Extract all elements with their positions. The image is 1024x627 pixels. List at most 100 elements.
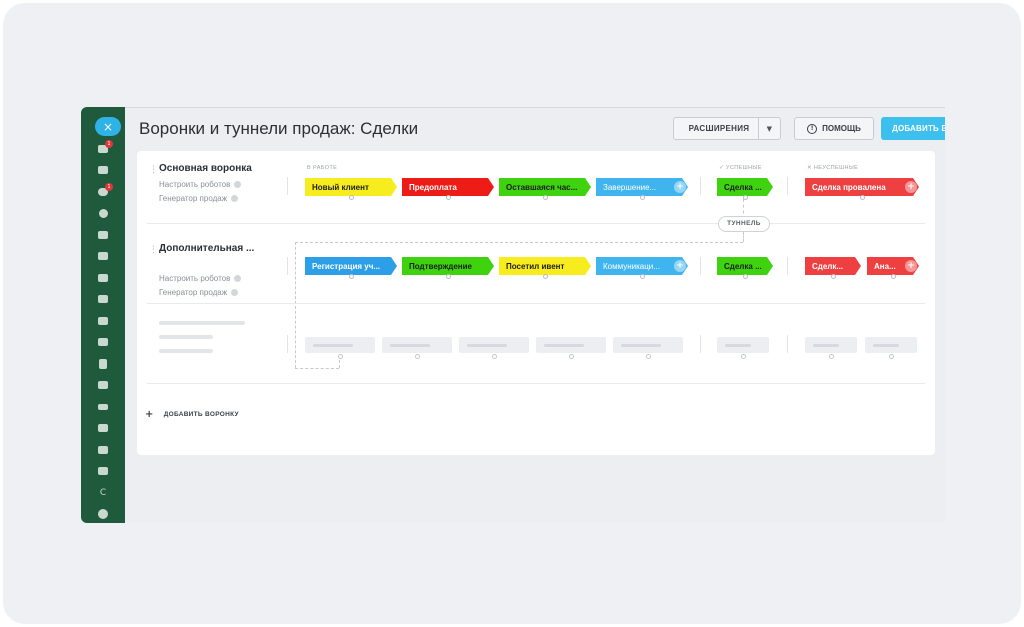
add-stage-icon[interactable]: + — [674, 260, 686, 272]
stage-label: Сделка ... — [717, 257, 767, 275]
column-separator — [287, 335, 288, 353]
screenshot-frame: × 1 1 C Воронки и туннели продаж: Сделки — [3, 3, 1021, 624]
column-header-success: ✓ УСПЕШНЫЕ — [719, 165, 762, 171]
column-header-fail: ✕ НЕУСПЕШНЫЕ — [807, 165, 859, 171]
add-stage-icon[interactable]: + — [905, 260, 917, 272]
placeholder-line — [159, 349, 213, 353]
plus-icon: + — [145, 409, 154, 420]
tunnel-badge[interactable]: ТУННЕЛЬ — [718, 216, 770, 232]
add-stage-icon[interactable]: + — [905, 181, 917, 193]
left-sidebar: × 1 1 C — [81, 107, 125, 523]
video-icon[interactable] — [93, 269, 113, 286]
stage-chip[interactable]: Подтверждение — [402, 257, 494, 279]
success-stage-chip[interactable]: Сделка ... — [717, 257, 773, 279]
placeholder-stage — [865, 337, 917, 359]
help-icon[interactable] — [231, 195, 239, 203]
letter-c-icon[interactable]: C — [93, 484, 113, 501]
tunnel-connector — [295, 242, 743, 243]
extensions-button[interactable]: РАСШИРЕНИЯ ▼ — [673, 117, 781, 140]
stage-chip[interactable]: Завершение... + — [596, 178, 688, 200]
fail-stage-chip[interactable]: Сделк... — [805, 257, 861, 279]
add-funnel-row[interactable]: + ДОБАВИТЬ ВОРОНКУ — [145, 409, 239, 420]
sales-generator-link[interactable]: Генератор продаж — [159, 288, 239, 297]
briefcase-icon[interactable] — [93, 162, 113, 179]
chevron-down-icon[interactable] — [93, 506, 113, 523]
document-icon[interactable] — [93, 355, 113, 372]
stage-chip[interactable]: Предоплата — [402, 178, 494, 200]
funnel-name[interactable]: Основная воронка — [159, 163, 252, 174]
placeholder-stage — [805, 337, 857, 359]
chat-icon[interactable] — [93, 312, 113, 329]
stage-chip[interactable]: Новый клиент — [305, 178, 397, 200]
calendar-icon[interactable] — [93, 334, 113, 351]
row-divider — [147, 383, 925, 384]
notification-badge: 1 — [105, 183, 113, 192]
monitor-icon[interactable] — [93, 291, 113, 308]
funnel-icon[interactable]: 1 — [93, 183, 113, 200]
placeholder-stage — [613, 337, 683, 359]
placeholder-stage — [536, 337, 606, 359]
tunnel-connector — [295, 368, 339, 369]
column-header-in-progress: В РАБОТЕ — [307, 165, 338, 171]
stage-chip[interactable]: Оставшаяся час... — [499, 178, 591, 200]
cart-icon[interactable] — [93, 226, 113, 243]
close-icon[interactable]: × — [95, 117, 121, 137]
placeholder-stage — [459, 337, 529, 359]
setup-robots-link[interactable]: Настроить роботов — [159, 180, 242, 189]
row-divider — [147, 223, 925, 224]
task-icon[interactable] — [93, 248, 113, 265]
add-funnel-button[interactable]: ДОБАВИТЬ ВОРОНКУ — [881, 117, 945, 140]
help-icon[interactable] — [234, 275, 242, 283]
add-stage-icon[interactable]: + — [674, 181, 686, 193]
page-header: Воронки и туннели продаж: Сделки РАСШИРЕ… — [139, 116, 945, 142]
help-button[interactable]: ! ПОМОЩЬ — [794, 117, 874, 140]
notification-badge: 1 — [105, 140, 113, 149]
card-icon[interactable] — [93, 377, 113, 394]
setup-robots-link[interactable]: Настроить роботов — [159, 274, 242, 283]
info-icon: ! — [807, 123, 818, 134]
stage-label: Сделк... — [805, 257, 855, 275]
mail-icon[interactable] — [93, 398, 113, 415]
stage-label: Коммуникаци... — [596, 257, 682, 275]
stage-chip[interactable]: Коммуникаци... + — [596, 257, 688, 279]
extensions-label: РАСШИРЕНИЯ — [688, 124, 750, 133]
column-separator — [700, 335, 701, 353]
placeholder-stage — [717, 337, 769, 359]
users-icon[interactable] — [93, 420, 113, 437]
funnel-name[interactable]: Дополнительная ... — [159, 243, 254, 254]
stage-chip[interactable]: Регистрация уч... — [305, 257, 397, 279]
fail-stage-chip[interactable]: Сделка провалена + — [805, 178, 919, 200]
inbox-icon[interactable]: 1 — [93, 140, 113, 157]
column-separator — [700, 177, 701, 195]
placeholder-line — [159, 335, 213, 339]
fail-stage-chip[interactable]: Ана... + — [867, 257, 919, 279]
tunnel-connector — [743, 232, 744, 242]
column-separator — [287, 257, 288, 275]
add-funnel-row-label: ДОБАВИТЬ ВОРОНКУ — [163, 411, 239, 418]
success-stage-chip[interactable]: Сделка ... — [717, 178, 773, 200]
stage-label: Сделка провалена — [805, 178, 913, 196]
row-divider — [147, 303, 925, 304]
stage-label: Посетил ивент — [499, 257, 585, 275]
stage-label: Регистрация уч... — [305, 257, 391, 275]
placeholder-stage — [382, 337, 452, 359]
stage-label: Предоплата — [402, 178, 488, 196]
stage-label: Новый клиент — [305, 178, 391, 196]
sales-generator-link[interactable]: Генератор продаж — [159, 194, 239, 203]
contact-icon[interactable] — [93, 441, 113, 458]
book-icon[interactable] — [93, 463, 113, 480]
tunnel-connector — [295, 242, 296, 368]
help-label: ПОМОЩЬ — [822, 124, 861, 133]
stage-label: Завершение... — [596, 178, 682, 196]
target-icon[interactable] — [93, 205, 113, 222]
chevron-down-icon[interactable]: ▼ — [758, 118, 780, 139]
column-separator — [787, 177, 788, 195]
help-icon[interactable] — [231, 289, 239, 297]
sales-generator-label: Генератор продаж — [159, 194, 228, 203]
help-icon[interactable] — [234, 181, 242, 189]
stage-chip[interactable]: Посетил ивент — [499, 257, 591, 279]
column-separator — [287, 177, 288, 195]
placeholder-line — [159, 321, 245, 325]
stage-label: Подтверждение — [402, 257, 488, 275]
stage-label: Оставшаяся час... — [499, 178, 585, 196]
